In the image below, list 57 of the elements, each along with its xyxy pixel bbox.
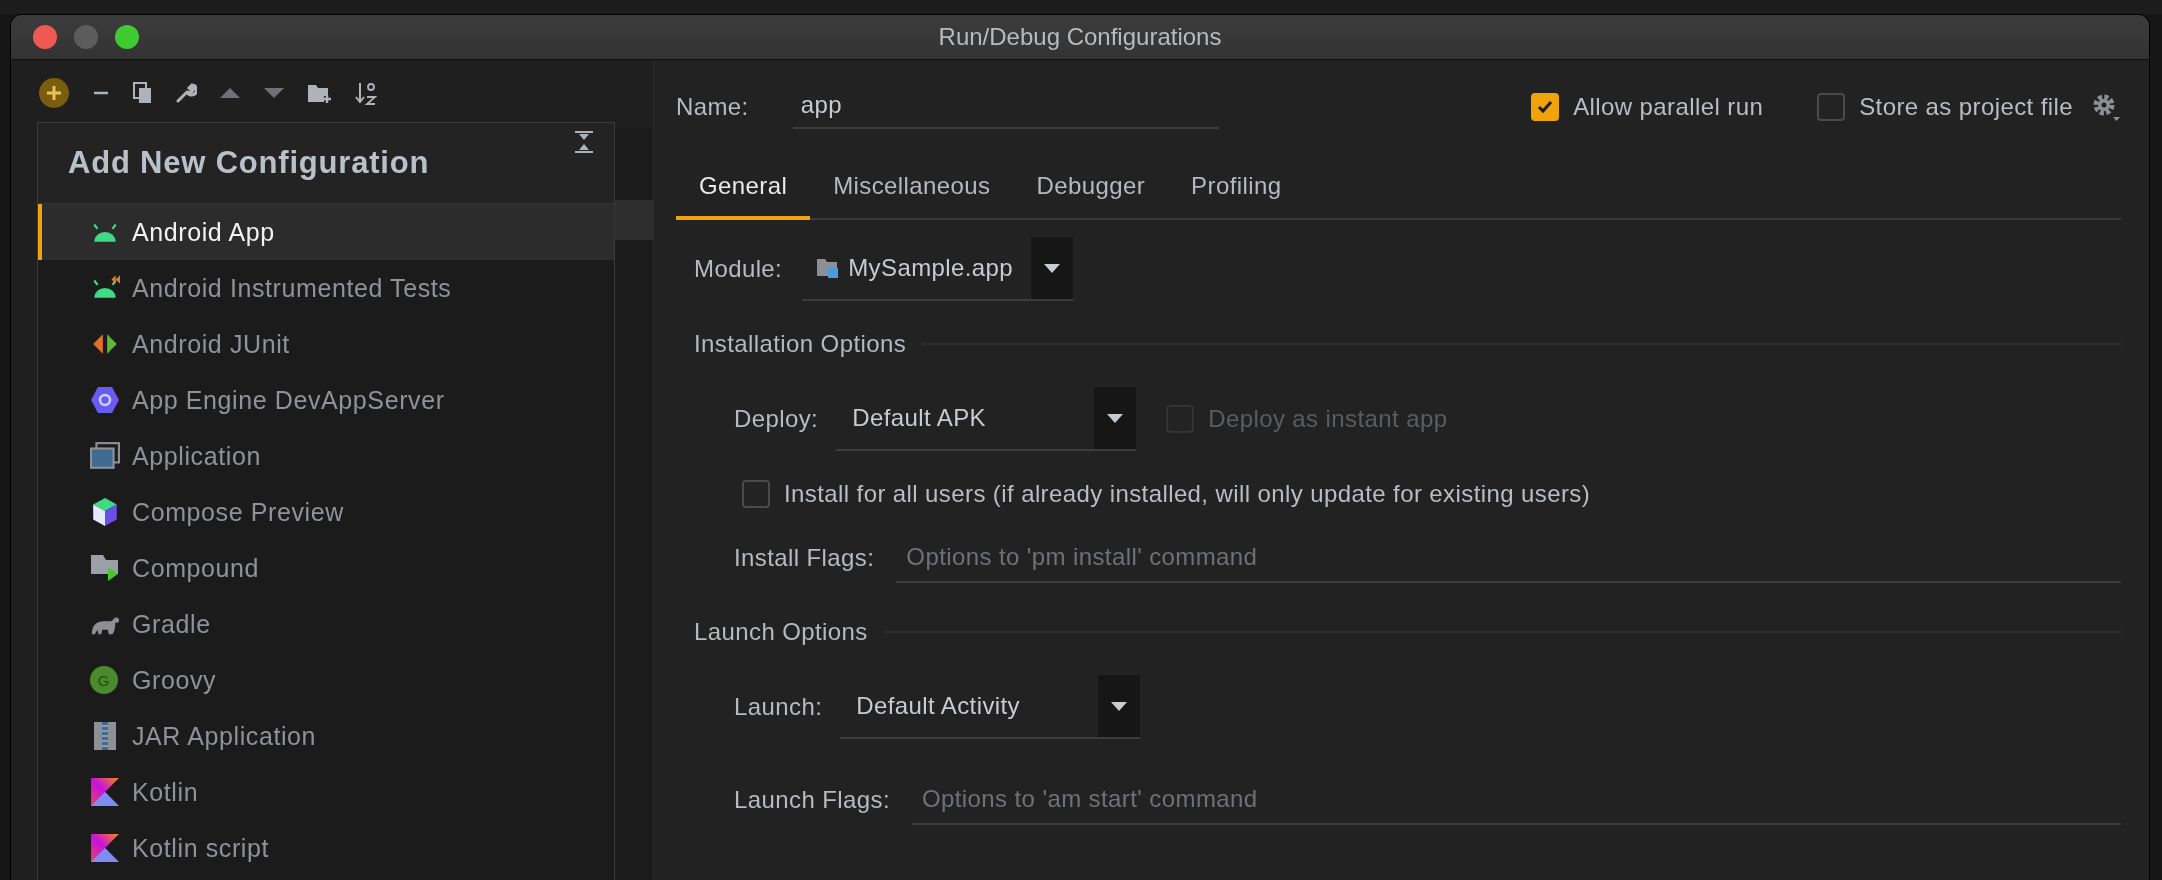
configuration-type-item[interactable]: Kotlin	[38, 764, 614, 820]
allow-parallel-run-checkbox[interactable]: Allow parallel run	[1531, 93, 1764, 121]
up-arrow-icon[interactable]	[219, 87, 241, 99]
deploy-dropdown[interactable]: Default APK	[836, 387, 1137, 451]
store-as-project-file-checkbox[interactable]: Store as project file	[1817, 93, 2073, 121]
settings-icon[interactable]	[2091, 92, 2121, 122]
down-arrow-icon[interactable]	[263, 87, 285, 99]
section-title: Launch Options	[694, 618, 868, 646]
install-flags-field[interactable]: Options to 'pm install' command	[896, 533, 2121, 583]
popup-title: Add New Configuration	[68, 145, 430, 181]
caret-icon	[1111, 701, 1128, 711]
new-folder-icon[interactable]	[307, 82, 333, 104]
copy-icon[interactable]	[133, 82, 153, 104]
install-flags-label: Install Flags:	[734, 544, 875, 572]
configuration-type-item[interactable]: Android Instrumented Tests	[38, 260, 614, 316]
name-field[interactable]: app	[792, 85, 1219, 129]
folder-icon	[816, 257, 841, 279]
module-label: Module:	[694, 255, 783, 283]
module-dropdown[interactable]: MySample.app	[802, 237, 1074, 301]
add-icon[interactable]	[39, 78, 69, 108]
install-for-all-users-checkbox[interactable]: Install for all users (if already installed, will only update for existing users)	[742, 480, 1591, 508]
tab[interactable]: Miscellaneous	[810, 160, 1014, 220]
configuration-type-item[interactable]: Android JUnit	[38, 316, 614, 372]
configuration-type-item[interactable]: App Engine DevAppServer	[38, 372, 614, 428]
configuration-type-item[interactable]: Compose Preview	[38, 484, 614, 540]
name-label: Name:	[676, 93, 749, 121]
kotlin-icon	[90, 777, 120, 807]
collapse-icon[interactable]	[574, 131, 594, 153]
section-title: Installation Options	[694, 330, 907, 358]
configuration-type-item[interactable]: JAR Application	[38, 708, 614, 764]
folder-play-icon	[90, 553, 120, 583]
configuration-type-item[interactable]: G Groovy	[38, 652, 614, 708]
launch-label: Launch:	[734, 693, 823, 721]
caret-icon	[1107, 413, 1124, 423]
configuration-type-item[interactable]: Kotlin script	[38, 820, 614, 876]
launch-flags-label: Launch Flags:	[734, 786, 890, 814]
window-icon	[90, 441, 120, 471]
kotlin-icon	[90, 833, 120, 863]
configuration-type-item[interactable]: Android App	[38, 204, 614, 260]
configuration-type-item[interactable]: Compound	[38, 540, 614, 596]
tab[interactable]: General	[676, 160, 811, 220]
window-title: Run/Debug Configurations	[938, 23, 1222, 51]
caret-icon	[1044, 263, 1061, 273]
groovy-icon: G	[90, 666, 118, 694]
hexagon-icon	[90, 385, 120, 415]
configuration-type-item[interactable]: Application	[38, 428, 614, 484]
sort-icon[interactable]	[355, 81, 379, 105]
tab[interactable]: Profiling	[1168, 160, 1305, 220]
configuration-type-item[interactable]: Gradle	[38, 596, 614, 652]
wrench-icon[interactable]	[175, 82, 197, 104]
close-button[interactable]	[33, 25, 57, 49]
launch-dropdown[interactable]: Default Activity	[840, 675, 1141, 739]
tab[interactable]: Debugger	[1013, 160, 1169, 220]
zoom-button[interactable]	[115, 25, 139, 49]
launch-flags-field[interactable]: Options to 'am start' command	[911, 775, 2121, 825]
deploy-label: Deploy:	[734, 405, 819, 433]
cube-icon	[90, 497, 120, 527]
